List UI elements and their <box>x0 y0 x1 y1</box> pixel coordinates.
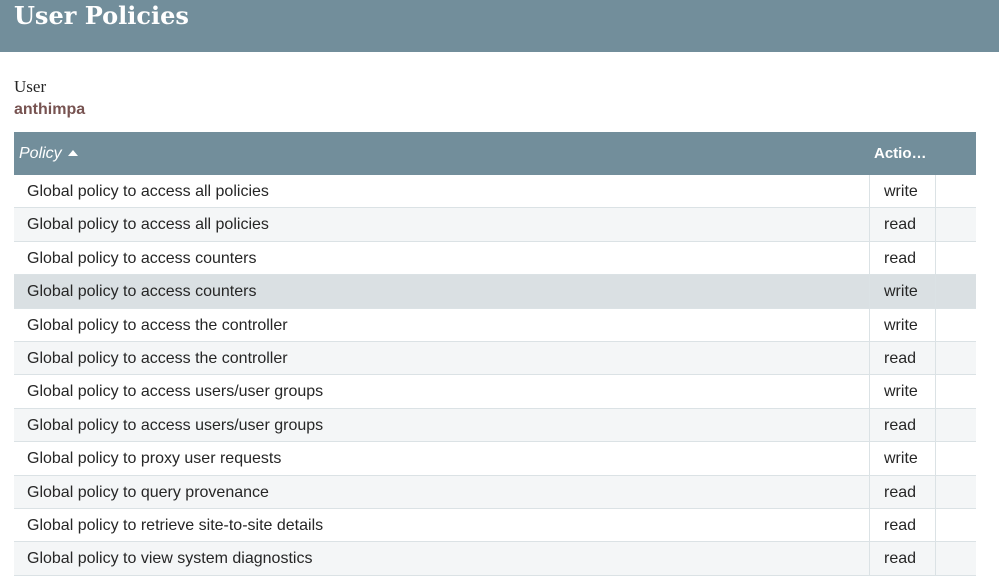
policy-cell: Global policy to proxy user requests <box>27 450 282 468</box>
user-label: User <box>14 77 47 96</box>
column-header-action[interactable]: Actio… <box>874 132 927 175</box>
extra-cell <box>936 442 976 474</box>
action-cell: read <box>869 241 936 275</box>
extra-cell <box>936 275 976 307</box>
policy-cell: Global policy to access all policies <box>27 216 269 234</box>
table-header: Policy Actio… <box>14 132 976 175</box>
table-row[interactable]: Global policy to access users/user group… <box>14 375 976 409</box>
action-cell: read <box>869 475 936 508</box>
policy-cell: Global policy to retrieve site-to-site d… <box>27 516 324 534</box>
extra-cell <box>936 542 976 574</box>
table-row[interactable]: Global policy to retrieve site-to-site d… <box>14 508 976 543</box>
user-name: anthimpa <box>14 101 86 118</box>
sort-ascending-icon <box>67 149 78 156</box>
dialog-title: User Policies <box>14 1 189 30</box>
dialog-header: User Policies <box>0 0 999 52</box>
policy-cell: Global policy to access the controller <box>27 349 288 367</box>
action-cell: read <box>869 542 936 575</box>
column-header-policy[interactable]: Policy <box>19 132 78 175</box>
table-row[interactable]: Global policy to query provenance read <box>14 475 976 509</box>
extra-cell <box>936 375 976 407</box>
table-row[interactable]: Global policy to proxy user requests wri… <box>14 442 976 476</box>
table-row[interactable]: Global policy to access counters read <box>14 241 976 276</box>
table-row[interactable]: Global policy to access users/user group… <box>14 408 976 443</box>
policy-cell: Global policy to access counters <box>27 249 257 267</box>
table-row[interactable]: Global policy to access the controller r… <box>14 341 976 376</box>
action-cell: write <box>869 175 936 208</box>
policy-cell: Global policy to access all policies <box>27 183 269 200</box>
extra-cell <box>936 175 976 207</box>
user-policies-table: Policy Actio… Global policy to access al… <box>14 132 976 584</box>
extra-cell <box>936 242 976 274</box>
extra-cell <box>936 509 976 541</box>
table-row[interactable]: Global policy to access all policies wri… <box>14 175 976 209</box>
policy-cell: Global policy to query provenance <box>27 483 269 501</box>
policy-cell: Global policy to access users/user group… <box>27 416 324 434</box>
policy-cell: Global policy to access counters <box>27 283 257 301</box>
policy-cell: Global policy to view system diagnostics <box>27 550 313 568</box>
table-row[interactable]: Global policy to access all policies rea… <box>14 208 976 242</box>
action-cell: write <box>869 275 936 308</box>
policy-cell: Global policy to access the controller <box>27 316 288 334</box>
table-row[interactable]: Global policy to view system diagnostics… <box>14 542 976 576</box>
column-header-policy-label: Policy <box>19 145 62 162</box>
extra-cell <box>936 476 976 508</box>
table-row-selected[interactable]: Global policy to access counters write <box>14 275 976 309</box>
action-cell: read <box>869 341 936 375</box>
table-row[interactable]: Global policy to access the controller w… <box>14 308 976 342</box>
extra-cell <box>936 342 976 374</box>
extra-cell <box>936 309 976 341</box>
policy-cell: Global policy to access users/user group… <box>27 383 324 401</box>
action-cell: read <box>869 408 936 442</box>
extra-cell <box>936 208 976 240</box>
extra-cell <box>936 409 976 441</box>
action-cell: write <box>869 375 936 408</box>
action-cell: write <box>869 308 936 341</box>
action-cell: read <box>869 508 936 542</box>
action-cell: read <box>869 208 936 241</box>
action-cell: write <box>869 442 936 475</box>
